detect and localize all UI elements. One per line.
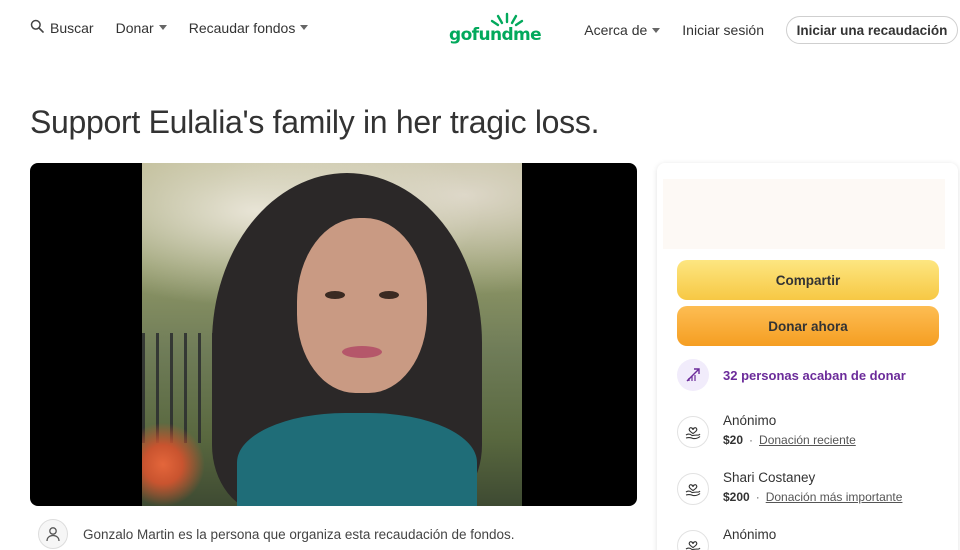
donation-meta: $200 · Donación más importante <box>723 490 902 504</box>
signin-link[interactable]: Iniciar sesión <box>682 22 764 38</box>
chevron-down-icon <box>652 27 661 33</box>
photo-eye-right <box>379 291 399 299</box>
donation-item: Anónimo <box>677 527 776 550</box>
organizer-row: Gonzalo Martin es la persona que organiz… <box>38 519 515 549</box>
photo-face <box>297 218 427 393</box>
donate-menu-label: Donar <box>115 19 154 36</box>
donate-menu[interactable]: Donar <box>116 20 167 36</box>
donation-sidebar: Compartir Donar ahora 32 personas acaban… <box>657 163 958 550</box>
recent-donations-text: 32 personas acaban de donar <box>723 367 906 383</box>
separator-dot: · <box>749 433 754 447</box>
separator-dot: · <box>755 490 760 504</box>
start-fundraiser-button[interactable]: Iniciar una recaudación <box>786 16 958 44</box>
donation-item: Anónimo $20 · Donación reciente <box>677 413 856 448</box>
organizer-text: Gonzalo Martin es la persona que organiz… <box>83 526 515 542</box>
donor-name: Anónimo <box>723 527 777 542</box>
gofundme-logo[interactable]: gofundme <box>449 12 542 46</box>
photo-lips <box>342 346 382 358</box>
donate-now-button[interactable]: Donar ahora <box>677 306 939 346</box>
donation-item: Shari Costaney $200 · Donación más importa… <box>677 470 902 505</box>
search-link[interactable]: Buscar <box>30 19 94 36</box>
donation-body: Shari Costaney $200 · Donación más importa… <box>723 470 902 505</box>
campaign-photo <box>142 163 522 506</box>
photo-shirt <box>237 413 477 506</box>
share-button-label: Compartir <box>775 272 841 288</box>
photo-eye-left <box>325 291 345 299</box>
chevron-down-icon <box>158 25 167 30</box>
about-menu[interactable]: Acerca de <box>584 22 661 38</box>
site-header: Buscar Donar Recaudar fondos gofundme Ac… <box>0 0 960 60</box>
heart-hand-icon <box>677 530 709 550</box>
raise-funds-menu[interactable]: Recaudar fondos <box>189 20 309 36</box>
nav-left: Buscar Donar Recaudar fondos <box>30 19 330 36</box>
share-button[interactable]: Compartir <box>677 260 939 300</box>
heart-hand-icon <box>677 416 709 448</box>
chevron-down-icon <box>300 25 309 30</box>
page-title: Support Eulalia's family in her tragic l… <box>30 104 600 140</box>
donation-body: Anónimo <box>723 527 776 550</box>
heart-hand-icon <box>677 473 709 505</box>
nav-right: Acerca de Iniciar sesión Iniciar una rec… <box>584 16 960 44</box>
donor-name: Shari Costaney <box>723 470 816 485</box>
donation-amount: $20 <box>723 433 744 447</box>
signin-label: Iniciar sesión <box>682 22 764 38</box>
raise-funds-menu-label: Recaudar fondos <box>188 19 296 36</box>
progress-placeholder <box>663 179 945 249</box>
campaign-media[interactable] <box>30 163 637 506</box>
search-label: Buscar <box>50 19 94 36</box>
donation-tag-link[interactable]: Donación reciente <box>759 433 856 447</box>
photo-flowers <box>142 423 212 506</box>
donation-body: Anónimo $20 · Donación reciente <box>723 413 856 448</box>
search-icon <box>30 19 50 36</box>
start-fundraiser-label: Iniciar una recaudación <box>796 22 948 38</box>
user-icon <box>38 519 68 549</box>
about-menu-label: Acerca de <box>584 22 648 38</box>
recent-donations-summary: 32 personas acaban de donar <box>677 359 906 391</box>
donation-meta: $20 · Donación reciente <box>723 433 856 447</box>
donate-now-label: Donar ahora <box>768 318 848 334</box>
donation-amount: $200 <box>723 490 750 504</box>
logo-text: gofundme <box>449 25 542 45</box>
donation-tag-link[interactable]: Donación más importante <box>766 490 903 504</box>
donor-name: Anónimo <box>723 413 777 428</box>
trending-up-icon <box>677 359 709 391</box>
